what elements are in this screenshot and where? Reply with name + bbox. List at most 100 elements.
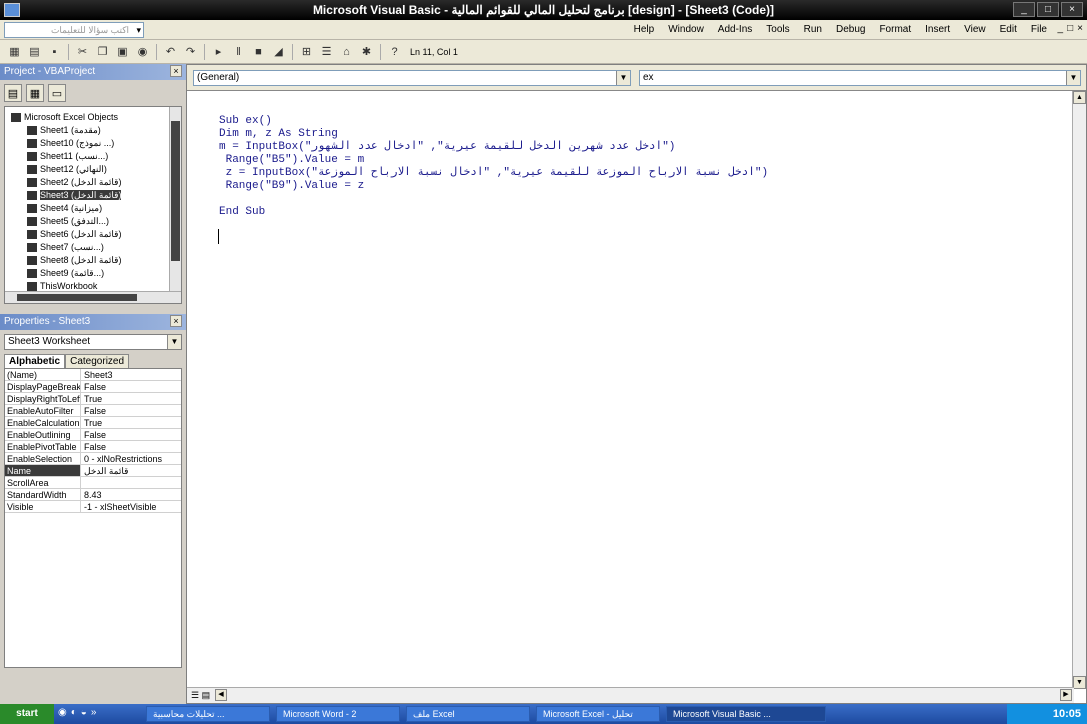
tab-alphabetic[interactable]: Alphabetic — [4, 354, 66, 368]
tree-node[interactable]: Sheet3 (قائمة الدخل) — [27, 189, 122, 201]
property-value[interactable]: False — [81, 429, 181, 440]
tree-node[interactable]: Sheet9 (قائمة...) — [27, 267, 104, 279]
property-value[interactable]: False — [81, 405, 181, 416]
close-button[interactable]: × — [1061, 2, 1083, 17]
code-horizontal-scrollbar[interactable]: ☰ ▤ ◀ ▶ — [187, 687, 1074, 703]
task-button[interactable]: Microsoft Word - 2 — [276, 706, 400, 722]
mdi-restore-button[interactable]: □ — [1067, 23, 1073, 34]
scroll-left-icon[interactable]: ◀ — [215, 689, 227, 701]
scroll-up-icon[interactable]: ▲ — [1073, 91, 1086, 104]
excel-icon[interactable]: ▦ — [6, 43, 23, 60]
menu-tools[interactable]: Tools — [766, 24, 789, 35]
tree-node[interactable]: Sheet6 (قائمة الدخل) — [27, 228, 121, 240]
task-button[interactable]: ملف Excel — [406, 706, 530, 722]
tab-categorized[interactable]: Categorized — [65, 354, 130, 368]
property-row[interactable]: DisplayRightToLeft True — [5, 393, 181, 405]
maximize-button[interactable]: □ — [1037, 2, 1059, 17]
menu-window[interactable]: Window — [668, 24, 704, 35]
object-combo[interactable]: (General) ▼ — [193, 70, 631, 86]
tree-node[interactable]: Sheet7 (نسب...) — [27, 241, 104, 253]
property-row[interactable]: (Name) Sheet3 — [5, 369, 181, 381]
view-object-icon[interactable]: ▦ — [26, 84, 44, 102]
property-row[interactable]: StandardWidth 8.43 — [5, 489, 181, 501]
tree-node[interactable]: Sheet5 (التدفق...) — [27, 215, 109, 227]
property-row[interactable]: EnableSelection 0 - xlNoRestrictions — [5, 453, 181, 465]
property-value[interactable]: Sheet3 — [81, 369, 181, 380]
help-search-input[interactable]: اكتب سؤالا للتعليمات ▾ — [4, 22, 144, 38]
break-icon[interactable]: ‖ — [230, 43, 247, 60]
object-browser-icon[interactable]: ⌂ — [338, 43, 355, 60]
property-row[interactable]: EnablePivotTable False — [5, 441, 181, 453]
mdi-minimize-button[interactable]: _ — [1058, 23, 1064, 34]
more-icon[interactable]: » — [91, 707, 97, 718]
toggle-folders-icon[interactable]: ▭ — [48, 84, 66, 102]
view-code-icon[interactable]: ▤ — [4, 84, 22, 102]
property-value[interactable]: False — [81, 381, 181, 392]
property-row[interactable]: DisplayPageBreaks False — [5, 381, 181, 393]
project-explorer-icon[interactable]: ⊞ — [298, 43, 315, 60]
ie-icon[interactable]: ◉ — [58, 707, 67, 718]
tree-node[interactable]: Sheet12 (النهائي) — [27, 163, 107, 175]
mdi-close-button[interactable]: × — [1077, 23, 1083, 34]
property-value[interactable]: True — [81, 417, 181, 428]
chevron-down-icon[interactable]: ▼ — [616, 71, 630, 85]
menu-help[interactable]: Help — [634, 24, 655, 35]
close-icon[interactable]: × — [170, 65, 182, 77]
task-button[interactable]: Microsoft Excel - تحليل — [536, 706, 660, 722]
tree-scrollbar[interactable] — [169, 107, 181, 303]
procedure-combo[interactable]: ex ▼ — [639, 70, 1081, 86]
menu-file[interactable]: File — [1031, 24, 1047, 35]
menu-format[interactable]: Format — [879, 24, 911, 35]
tree-node[interactable]: Microsoft Excel Objects — [11, 111, 118, 123]
tree-hscrollbar[interactable] — [5, 291, 181, 303]
tree-node[interactable]: Sheet11 (نسب...) — [27, 150, 108, 162]
tree-node[interactable]: Sheet10 (نموذج ...) — [27, 137, 114, 149]
tree-node[interactable]: Sheet1 (مقدمة) — [27, 124, 101, 136]
code-vertical-scrollbar[interactable]: ▲ ▼ — [1072, 91, 1086, 689]
design-mode-icon[interactable]: ◢ — [270, 43, 287, 60]
media-icon[interactable]: ◐ — [71, 707, 77, 718]
paste-icon[interactable]: ▣ — [114, 43, 131, 60]
chevron-down-icon[interactable]: ▼ — [167, 335, 181, 349]
menu-view[interactable]: View — [964, 24, 986, 35]
menu-run[interactable]: Run — [804, 24, 822, 35]
scroll-right-icon[interactable]: ▶ — [1060, 689, 1072, 701]
code-editor[interactable]: Sub ex() Dim m, z As String m = InputBox("… — [187, 91, 1074, 689]
menu-insert[interactable]: Insert — [925, 24, 950, 35]
property-row[interactable]: EnableCalculation True — [5, 417, 181, 429]
find-icon[interactable]: ◉ — [134, 43, 151, 60]
tree-node[interactable]: Sheet2 (قائمة الدخل) — [27, 176, 121, 188]
menu-debug[interactable]: Debug — [836, 24, 865, 35]
property-value[interactable] — [81, 477, 181, 488]
property-row[interactable]: Name قائمة الدخل — [5, 465, 181, 477]
menu-edit[interactable]: Edit — [1000, 24, 1017, 35]
property-value[interactable]: 8.43 — [81, 489, 181, 500]
properties-icon[interactable]: ☰ — [318, 43, 335, 60]
tree-node[interactable]: Sheet8 (قائمة الدخل) — [27, 254, 121, 266]
close-icon[interactable]: × — [170, 315, 182, 327]
cut-icon[interactable]: ✂ — [74, 43, 91, 60]
redo-icon[interactable]: ↷ — [182, 43, 199, 60]
firefox-icon[interactable]: ◒ — [81, 707, 87, 718]
tree-node[interactable]: Sheet4 (ميزانية) — [27, 202, 102, 214]
help-icon[interactable]: ? — [386, 43, 403, 60]
save-icon[interactable]: ▪ — [46, 43, 63, 60]
property-value[interactable]: True — [81, 393, 181, 404]
copy-icon[interactable]: ❐ — [94, 43, 111, 60]
property-row[interactable]: ScrollArea — [5, 477, 181, 489]
insert-icon[interactable]: ▤ — [26, 43, 43, 60]
property-value[interactable]: -1 - xlSheetVisible — [81, 501, 181, 512]
menu-addins[interactable]: Add-Ins — [718, 24, 752, 35]
reset-icon[interactable]: ■ — [250, 43, 267, 60]
property-row[interactable]: Visible -1 - xlSheetVisible — [5, 501, 181, 513]
view-mode-icon[interactable]: ☰ ▤ — [191, 690, 210, 701]
object-select[interactable]: Sheet3 Worksheet ▼ — [4, 334, 182, 350]
scroll-down-icon[interactable]: ▼ — [1073, 676, 1086, 689]
run-icon[interactable]: ▸ — [210, 43, 227, 60]
minimize-button[interactable]: _ — [1013, 2, 1035, 17]
chevron-down-icon[interactable]: ▾ — [136, 23, 141, 37]
toolbox-icon[interactable]: ✱ — [358, 43, 375, 60]
undo-icon[interactable]: ↶ — [162, 43, 179, 60]
property-value[interactable]: 0 - xlNoRestrictions — [81, 453, 181, 464]
property-value[interactable]: قائمة الدخل — [81, 465, 181, 476]
